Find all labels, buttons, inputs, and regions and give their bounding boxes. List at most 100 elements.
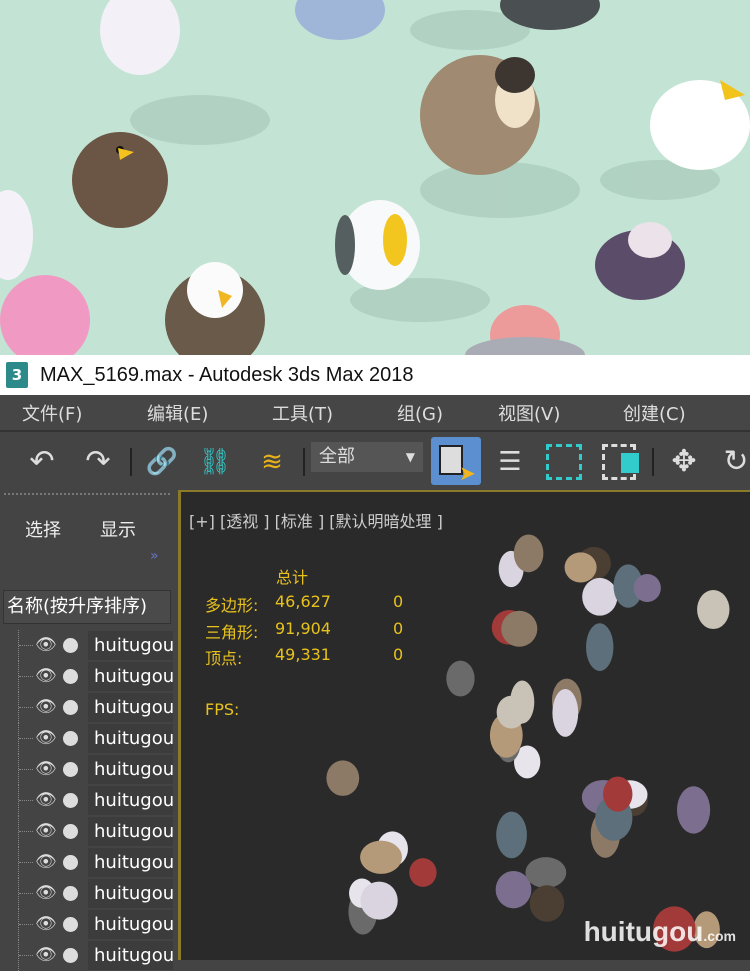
- tab-select[interactable]: 选择: [25, 516, 61, 542]
- outliner-row[interactable]: 👁 huitugou: [0, 692, 178, 723]
- window-crossing-icon[interactable]: [602, 444, 639, 480]
- expand-icon[interactable]: »: [150, 548, 159, 564]
- bird-model[interactable]: [360, 881, 398, 920]
- perspective-viewport[interactable]: [+] [透视 ] [标准 ] [默认明暗处理 ] 总计 多边形: 46,627…: [178, 490, 750, 960]
- bird-model[interactable]: [529, 885, 565, 922]
- tree-line: [18, 847, 33, 878]
- scene-explorer: 选择 显示 » 名称(按升序排序) 👁 huitugou 👁 huitugou 👁 hui…: [0, 490, 178, 971]
- freeze-toggle-icon[interactable]: [63, 917, 78, 932]
- bird-model[interactable]: [513, 534, 544, 573]
- selection-filter-dropdown[interactable]: 全部 ▼: [311, 442, 423, 472]
- undo-icon[interactable]: ↶: [20, 442, 64, 482]
- bird-model[interactable]: [564, 552, 597, 583]
- outliner-row[interactable]: 👁 huitugou: [0, 847, 178, 878]
- sort-column-header[interactable]: 名称(按升序排序): [3, 590, 171, 624]
- bird-model[interactable]: [409, 858, 437, 887]
- bird-model[interactable]: [586, 623, 614, 671]
- eye-visibility-icon[interactable]: 👁: [35, 635, 57, 655]
- select-by-name-icon[interactable]: ☰: [490, 442, 530, 482]
- bird-model[interactable]: [552, 688, 579, 737]
- bird-model[interactable]: [676, 786, 711, 834]
- viewport-bird-models: [326, 534, 730, 952]
- bird-model[interactable]: [501, 610, 538, 647]
- title-bar: 3 MAX_5169.max - Autodesk 3ds Max 2018: [0, 355, 750, 395]
- eye-visibility-icon[interactable]: 👁: [35, 852, 57, 872]
- outliner-row[interactable]: 👁 huitugou: [0, 661, 178, 692]
- eye-visibility-icon[interactable]: 👁: [35, 666, 57, 686]
- bird: [100, 0, 180, 75]
- menu-tools[interactable]: 工具(T): [272, 400, 333, 426]
- select-object-button[interactable]: ➤: [431, 437, 481, 485]
- menu-views[interactable]: 视图(V): [498, 400, 560, 426]
- bind-space-warp-icon[interactable]: ≋: [250, 442, 294, 482]
- bird: [295, 0, 385, 40]
- tree-line: [18, 940, 33, 971]
- bird-model[interactable]: [446, 660, 475, 697]
- outliner-row[interactable]: 👁 huitugou: [0, 878, 178, 909]
- redo-icon[interactable]: ↷: [76, 442, 120, 482]
- freeze-toggle-icon[interactable]: [63, 948, 78, 963]
- eye-visibility-icon[interactable]: 👁: [35, 821, 57, 841]
- freeze-toggle-icon[interactable]: [63, 855, 78, 870]
- freeze-toggle-icon[interactable]: [63, 638, 78, 653]
- outliner-row[interactable]: 👁 huitugou: [0, 754, 178, 785]
- bird-model[interactable]: [360, 840, 403, 874]
- eye-visibility-icon[interactable]: 👁: [35, 945, 57, 965]
- bird-model[interactable]: [510, 680, 535, 724]
- toolbar-separator: [303, 448, 305, 476]
- bird-model[interactable]: [582, 577, 618, 616]
- eye-visibility-icon[interactable]: 👁: [35, 759, 57, 779]
- eye-visibility-icon[interactable]: 👁: [35, 728, 57, 748]
- menu-create[interactable]: 创建(C): [623, 400, 686, 426]
- bird: [0, 275, 90, 355]
- outliner-row[interactable]: 👁 huitugou: [0, 816, 178, 847]
- panel-grip[interactable]: [4, 493, 170, 495]
- outliner-row[interactable]: 👁 huitugou: [0, 785, 178, 816]
- cursor-icon: ➤: [459, 461, 476, 485]
- tree-line: [18, 723, 33, 754]
- rotate-icon[interactable]: ↻: [716, 442, 750, 482]
- eye-visibility-icon[interactable]: 👁: [35, 697, 57, 717]
- menu-bar: 文件(F) 编辑(E) 工具(T) 组(G) 视图(V) 创建(C): [0, 395, 750, 432]
- tree-line: [18, 692, 33, 723]
- freeze-toggle-icon[interactable]: [63, 793, 78, 808]
- unlink-icon[interactable]: ⛓: [195, 442, 235, 482]
- freeze-toggle-icon[interactable]: [63, 886, 78, 901]
- bird-model[interactable]: [495, 870, 532, 909]
- object-name: huitugou: [88, 941, 173, 970]
- toolbar-separator: [652, 448, 654, 476]
- outliner-row[interactable]: 👁 huitugou: [0, 940, 178, 971]
- eye-visibility-icon[interactable]: 👁: [35, 914, 57, 934]
- menu-group[interactable]: 组(G): [397, 400, 443, 426]
- bird-render-preview: [0, 0, 750, 355]
- tree-line: [18, 754, 33, 785]
- freeze-toggle-icon[interactable]: [63, 731, 78, 746]
- move-icon[interactable]: ✥: [662, 442, 706, 482]
- link-icon[interactable]: 🔗: [142, 442, 182, 482]
- chevron-down-icon: ▼: [405, 450, 415, 464]
- menu-edit[interactable]: 编辑(E): [147, 400, 208, 426]
- outliner-row[interactable]: 👁 huitugou: [0, 723, 178, 754]
- object-name: huitugou: [88, 817, 173, 846]
- freeze-toggle-icon[interactable]: [63, 669, 78, 684]
- bird-model[interactable]: [633, 574, 661, 603]
- eye-visibility-icon[interactable]: 👁: [35, 790, 57, 810]
- bird-model[interactable]: [603, 776, 633, 812]
- bird-model[interactable]: [326, 760, 360, 796]
- eye-visibility-icon[interactable]: 👁: [35, 883, 57, 903]
- freeze-toggle-icon[interactable]: [63, 762, 78, 777]
- outliner-row[interactable]: 👁 huitugou: [0, 630, 178, 661]
- toolbar-separator: [130, 448, 132, 476]
- rect-selection-icon[interactable]: [546, 444, 582, 480]
- bird: [0, 190, 33, 280]
- bird-model[interactable]: [525, 857, 567, 889]
- bird-model[interactable]: [496, 811, 527, 859]
- object-name: huitugou: [88, 631, 173, 660]
- freeze-toggle-icon[interactable]: [63, 700, 78, 715]
- object-name: huitugou: [88, 879, 173, 908]
- freeze-toggle-icon[interactable]: [63, 824, 78, 839]
- menu-file[interactable]: 文件(F): [22, 400, 82, 426]
- bird-model[interactable]: [697, 590, 730, 630]
- tab-display[interactable]: 显示: [100, 516, 136, 542]
- outliner-row[interactable]: 👁 huitugou: [0, 909, 178, 940]
